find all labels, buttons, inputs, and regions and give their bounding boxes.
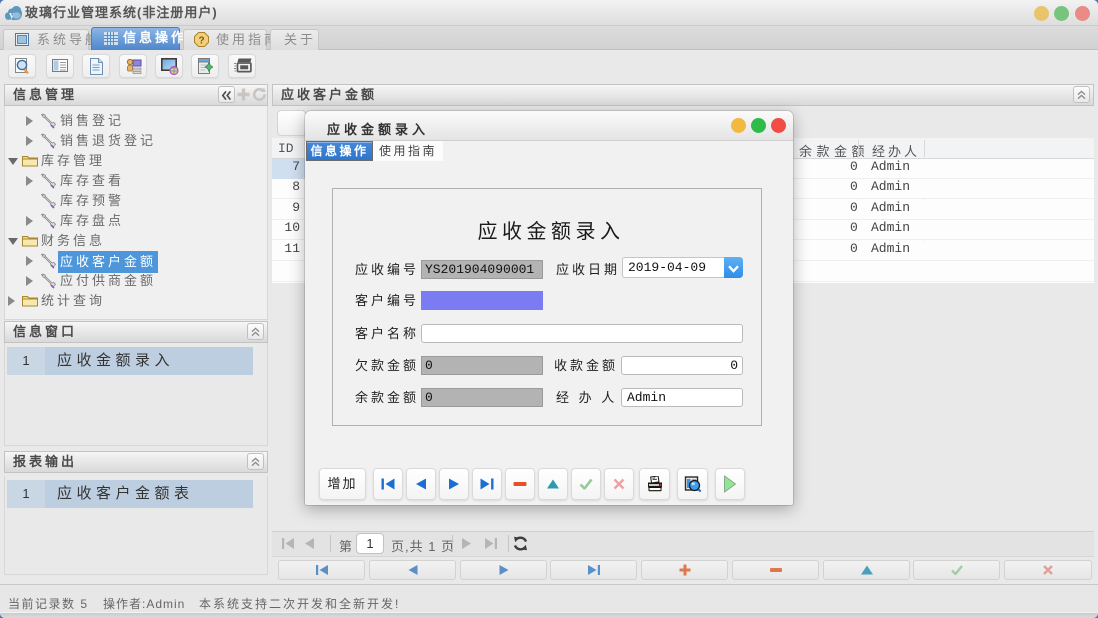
svg-text:?: ?	[199, 36, 208, 47]
